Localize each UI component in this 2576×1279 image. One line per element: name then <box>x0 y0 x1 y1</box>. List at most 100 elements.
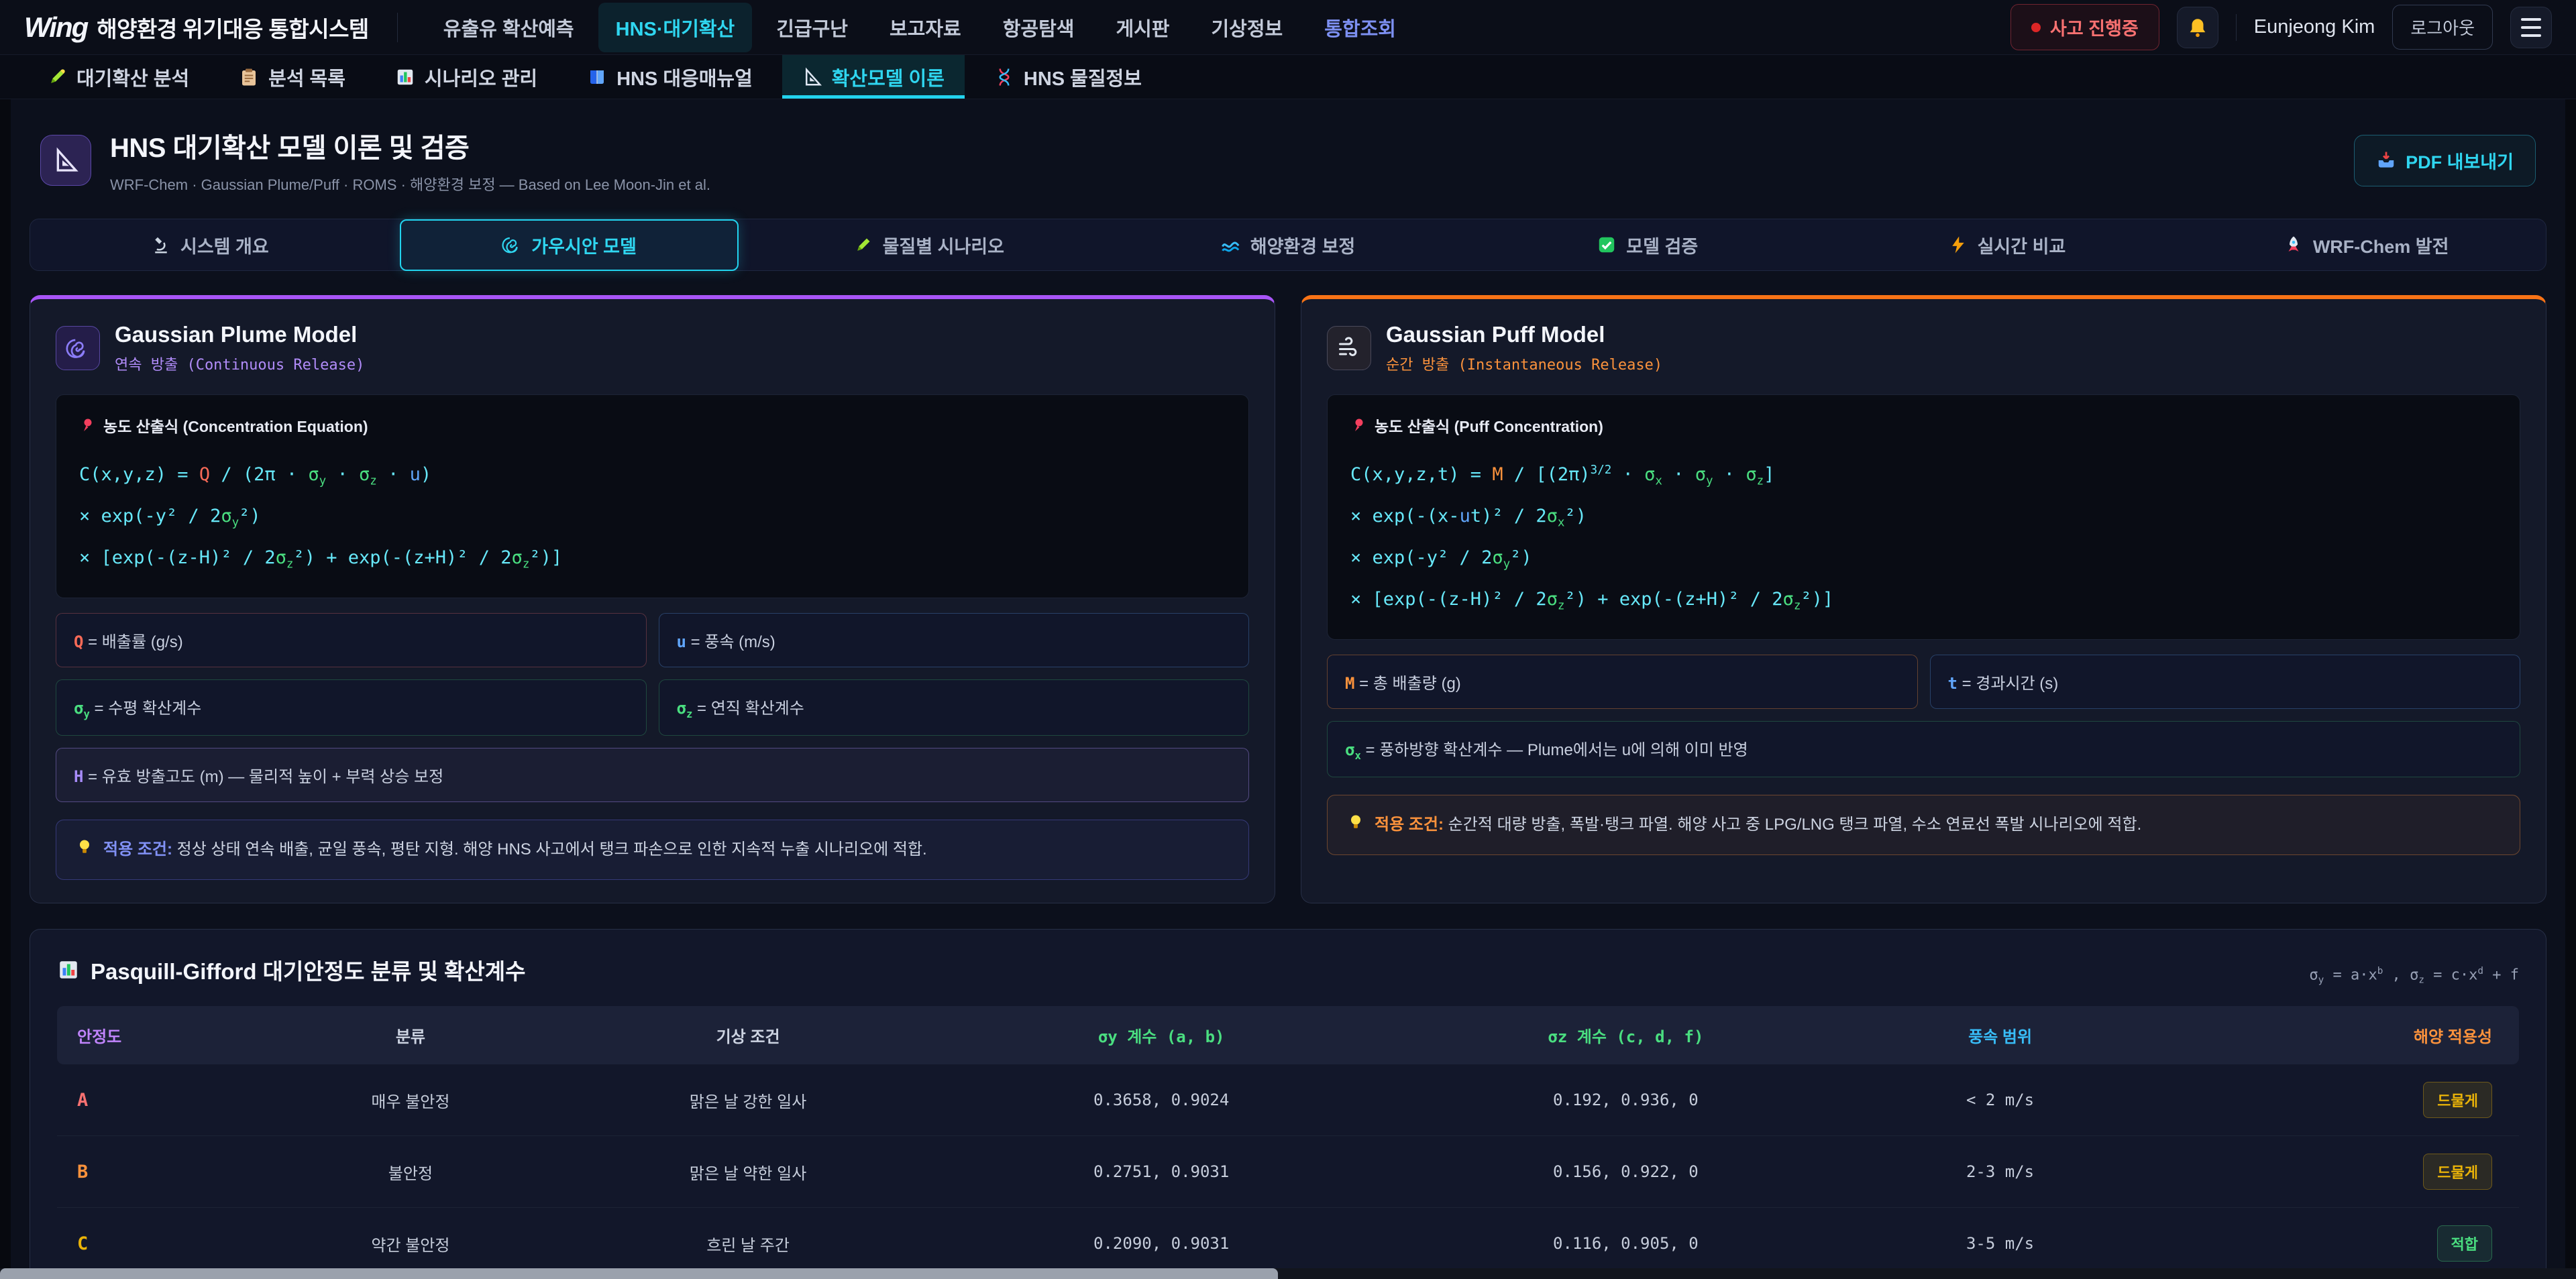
subnav-label: 분석 목록 <box>268 63 345 91</box>
subnav-label: HNS 물질정보 <box>1024 63 1142 91</box>
horizontal-scrollbar[interactable] <box>0 1268 2576 1279</box>
subnav-item-analysis-list[interactable]: 분석 목록 <box>219 55 366 99</box>
tab-realtime-comparison[interactable]: 실시간 비교 <box>1827 219 2187 270</box>
nav-item-aerial-search[interactable]: 항공탐색 <box>985 3 1092 52</box>
puff-formula-label: 농도 산출식 (Puff Concentration) <box>1350 414 2497 437</box>
col-wind-range: 풍속 범위 <box>1871 1006 2129 1064</box>
tab-substance-scenarios[interactable]: 물질별 시나리오 <box>749 219 1108 270</box>
dna-icon <box>994 67 1014 87</box>
status-dot-icon <box>2031 23 2041 32</box>
applicability-badge: 적합 <box>2437 1225 2492 1262</box>
rocket-icon <box>2284 235 2304 255</box>
topnav-right: 사고 진행중 Eunjeong Kim 로그아웃 <box>2010 4 2552 50</box>
tab-label: 가우시안 모델 <box>531 232 637 258</box>
nav-item-emergency[interactable]: 긴급구난 <box>759 3 865 52</box>
nav-item-board[interactable]: 게시판 <box>1098 3 1187 52</box>
nav-item-reports[interactable]: 보고자료 <box>872 3 979 52</box>
bulb-icon <box>1346 813 1365 832</box>
puff-formula: C(x,y,z,t) = M / [(2π)3/2 · σx · σy · σz… <box>1350 454 2497 620</box>
tab-system-overview[interactable]: 시스템 개요 <box>30 219 390 270</box>
user-name: Eunjeong Kim <box>2254 16 2375 38</box>
menu-button[interactable] <box>2510 7 2552 48</box>
puff-formula-panel: 농도 산출식 (Puff Concentration) C(x,y,z,t) =… <box>1327 394 2520 640</box>
plume-card-title: Gaussian Plume Model <box>115 322 364 347</box>
subnav-item-hns-manual[interactable]: HNS 대응매뉴얼 <box>567 55 773 99</box>
logo-mark: Wing <box>24 11 87 44</box>
plume-formula-panel: 농도 산출식 (Concentration Equation) C(x,y,z)… <box>56 394 1249 598</box>
col-weather: 기상 조건 <box>553 1006 942 1064</box>
subnav-item-analysis[interactable]: 대기확산 분석 <box>27 55 209 99</box>
param-t: t = 경과시간 (s) <box>1930 655 2521 709</box>
logout-button[interactable]: 로그아웃 <box>2392 5 2493 50</box>
download-tray-icon <box>2376 150 2396 170</box>
nav-item-weather[interactable]: 기상정보 <box>1193 3 1300 52</box>
app-logo: Wing 해양환경 위기대응 통합시스템 <box>24 11 369 44</box>
param-m: M = 총 배출량 (g) <box>1327 655 1918 709</box>
tab-label: 해양환경 보정 <box>1250 232 1356 258</box>
pasquill-gifford-section: Pasquill-Gifford 대기안정도 분류 및 확산계수 σy = a·… <box>30 929 2546 1279</box>
param-sigma-x: σx = 풍하방향 확산계수 — Plume에서는 u에 의해 이미 반영 <box>1327 721 2520 777</box>
tab-label: 물질별 시나리오 <box>883 232 1004 258</box>
incident-status-badge[interactable]: 사고 진행중 <box>2010 4 2159 50</box>
page-content: HNS 대기확산 모델 이론 및 검증 WRF-Chem · Gaussian … <box>11 99 2565 1279</box>
param-sigma-y: σy = 수평 확산계수 <box>56 679 647 736</box>
subnav-label: HNS 대응매뉴얼 <box>616 63 753 91</box>
pdf-export-label: PDF 내보내기 <box>2406 148 2514 174</box>
bulb-icon <box>75 838 94 856</box>
notifications-button[interactable] <box>2177 7 2218 48</box>
pg-table-header-row: 안정도 분류 기상 조건 σy 계수 (a, b) σz 계수 (c, d, f… <box>57 1006 2519 1064</box>
col-marine-applicability: 해양 적용성 <box>2129 1006 2519 1064</box>
nav-item-hns-dispersion[interactable]: HNS·대기확산 <box>598 3 753 52</box>
set-square-icon <box>40 135 91 186</box>
swirl-icon <box>56 326 100 370</box>
param-u: u = 풍속 (m/s) <box>659 613 1250 667</box>
tab-model-validation[interactable]: 모델 검증 <box>1468 219 1827 270</box>
plume-formula: C(x,y,z) = Q / (2π · σy · σz · u) × exp(… <box>79 454 1226 579</box>
bell-icon <box>2186 16 2209 39</box>
app-title: 해양환경 위기대응 통합시스템 <box>97 11 369 44</box>
col-class: 분류 <box>267 1006 553 1064</box>
gaussian-plume-card: Gaussian Plume Model 연속 방출 (Continuous R… <box>30 295 1275 903</box>
pen-icon <box>853 235 873 255</box>
subnav-item-hns-substance-info[interactable]: HNS 물질정보 <box>974 55 1162 99</box>
tab-label: 실시간 비교 <box>1978 232 2066 258</box>
subnav-label: 확산모델 이론 <box>832 63 945 91</box>
main-menu: 유출유 확산예측 HNS·대기확산 긴급구난 보고자료 항공탐색 게시판 기상정… <box>426 3 1413 52</box>
nav-item-oil-spill[interactable]: 유출유 확산예측 <box>426 3 592 52</box>
col-sigma-z: σz 계수 (c, d, f) <box>1381 1006 1872 1064</box>
bar-chart-icon <box>395 67 415 87</box>
plume-condition-note: 적용 조건: 정상 상태 연속 배출, 균일 풍속, 평탄 지형. 해양 HNS… <box>56 820 1249 880</box>
puff-card-header: Gaussian Puff Model 순간 방출 (Instantaneous… <box>1327 322 2520 374</box>
pushpin-icon <box>79 417 95 433</box>
divider <box>397 13 398 42</box>
nav-item-integrated-search[interactable]: 통합조회 <box>1307 3 1413 52</box>
tab-label: 모델 검증 <box>1626 232 1698 258</box>
puff-condition-note: 적용 조건: 순간적 대량 방출, 폭발·탱크 파열. 해양 사고 중 LPG/… <box>1327 795 2520 855</box>
section-tabs: 시스템 개요 가우시안 모델 물질별 시나리오 <box>30 219 2546 271</box>
model-cards-row: Gaussian Plume Model 연속 방출 (Continuous R… <box>30 295 2546 903</box>
puff-card-title: Gaussian Puff Model <box>1386 322 1662 347</box>
top-navigation: Wing 해양환경 위기대응 통합시스템 유출유 확산예측 HNS·대기확산 긴… <box>0 0 2576 55</box>
table-row[interactable]: B 불안정맑은 날 약한 일사 0.2751, 0.90310.156, 0.9… <box>57 1136 2519 1208</box>
set-square-icon <box>802 67 822 87</box>
subnav-label: 시나리오 관리 <box>425 63 537 91</box>
tab-label: WRF-Chem 발전 <box>2313 232 2449 258</box>
param-h: H = 유효 방출고도 (m) — 물리적 높이 + 부력 상승 보정 <box>56 748 1249 802</box>
table-row[interactable]: A 매우 불안정맑은 날 강한 일사 0.3658, 0.90240.192, … <box>57 1064 2519 1136</box>
subnav-item-scenario-management[interactable]: 시나리오 관리 <box>375 55 557 99</box>
param-sigma-z: σz = 연직 확산계수 <box>659 679 1250 736</box>
scrollbar-thumb[interactable] <box>0 1268 1278 1279</box>
tab-gaussian-model[interactable]: 가우시안 모델 <box>390 219 749 270</box>
tab-marine-correction[interactable]: 해양환경 보정 <box>1108 219 1468 270</box>
col-stability: 안정도 <box>57 1006 267 1064</box>
plume-card-header: Gaussian Plume Model 연속 방출 (Continuous R… <box>56 322 1249 374</box>
page-subtitle: WRF-Chem · Gaussian Plume/Puff · ROMS · … <box>110 173 710 194</box>
subnav-item-model-theory[interactable]: 확산모델 이론 <box>782 55 965 99</box>
pushpin-icon <box>1350 417 1366 433</box>
applicability-badge: 드물게 <box>2423 1154 2492 1190</box>
pdf-export-button[interactable]: PDF 내보내기 <box>2354 135 2536 186</box>
check-icon <box>1597 235 1617 255</box>
wave-icon <box>1221 235 1241 255</box>
swirl-icon <box>502 235 522 255</box>
tab-wrf-chem[interactable]: WRF-Chem 발전 <box>2186 219 2546 270</box>
